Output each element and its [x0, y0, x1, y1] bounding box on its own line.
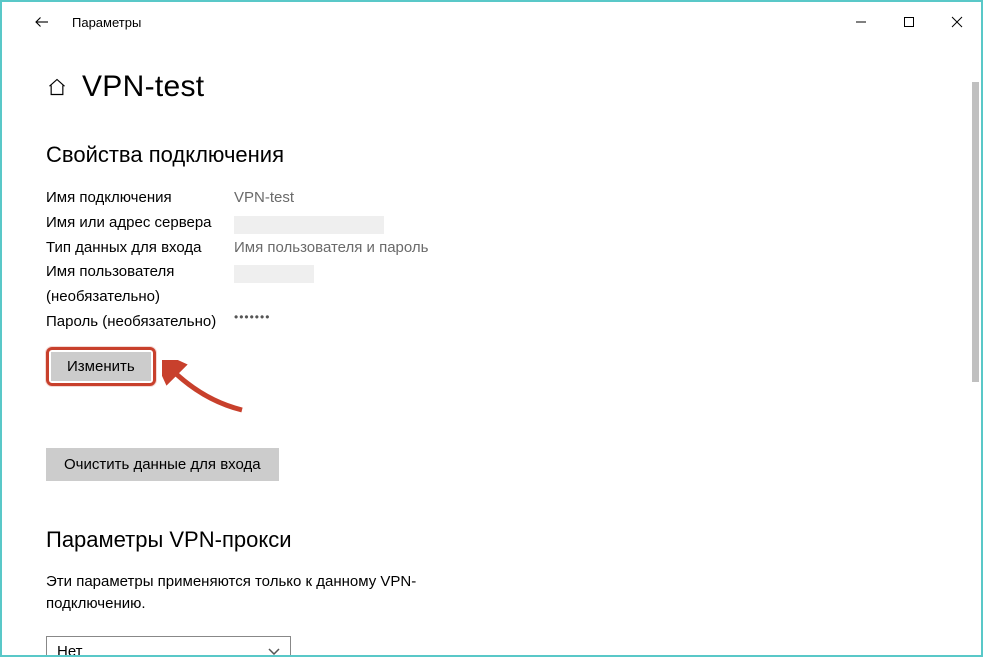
maximize-button[interactable] [885, 2, 933, 42]
connection-props-heading: Свойства подключения [46, 142, 937, 168]
window-controls [837, 2, 981, 42]
label-username: Имя пользователя (необязательно) [46, 260, 234, 310]
edit-button[interactable]: Изменить [51, 352, 151, 381]
clear-signin-button[interactable]: Очистить данные для входа [46, 448, 279, 481]
back-button[interactable] [30, 10, 54, 34]
label-signin-type: Тип данных для входа [46, 236, 234, 261]
redacted-server [234, 216, 384, 234]
label-password: Пароль (необязательно) [46, 310, 234, 335]
titlebar: Параметры [2, 2, 981, 42]
prop-signin-type: Тип данных для входа Имя пользователя и … [46, 236, 937, 261]
minimize-button[interactable] [837, 2, 885, 42]
label-server: Имя или адрес сервера [46, 211, 234, 236]
annotation-highlight: Изменить [46, 347, 156, 386]
connection-props-list: Имя подключения VPN-test Имя или адрес с… [46, 186, 937, 335]
page-title: VPN-test [82, 70, 204, 104]
proxy-select-value: Нет [57, 643, 83, 655]
redacted-username [234, 265, 314, 283]
value-server [234, 211, 384, 236]
proxy-description: Эти параметры применяются только к данно… [46, 571, 446, 616]
prop-connection-name: Имя подключения VPN-test [46, 186, 937, 211]
window-title: Параметры [72, 15, 837, 30]
proxy-select[interactable]: Нет [46, 636, 291, 656]
settings-window: Параметры VPN-test Свойства подключения [0, 0, 983, 657]
label-connection-name: Имя подключения [46, 186, 234, 211]
chevron-down-icon [268, 645, 280, 656]
prop-password: Пароль (необязательно) ••••••• [46, 310, 937, 335]
prop-server: Имя или адрес сервера [46, 211, 937, 236]
value-username [234, 260, 314, 285]
home-icon[interactable] [46, 76, 68, 98]
page-header: VPN-test [46, 70, 937, 104]
content-area: VPN-test Свойства подключения Имя подклю… [2, 42, 981, 655]
prop-username: Имя пользователя (необязательно) [46, 260, 937, 310]
value-connection-name: VPN-test [234, 186, 294, 211]
value-signin-type: Имя пользователя и пароль [234, 236, 428, 261]
value-password: ••••••• [234, 308, 270, 328]
close-button[interactable] [933, 2, 981, 42]
proxy-heading: Параметры VPN-прокси [46, 527, 937, 553]
vertical-scrollbar[interactable] [972, 82, 979, 382]
